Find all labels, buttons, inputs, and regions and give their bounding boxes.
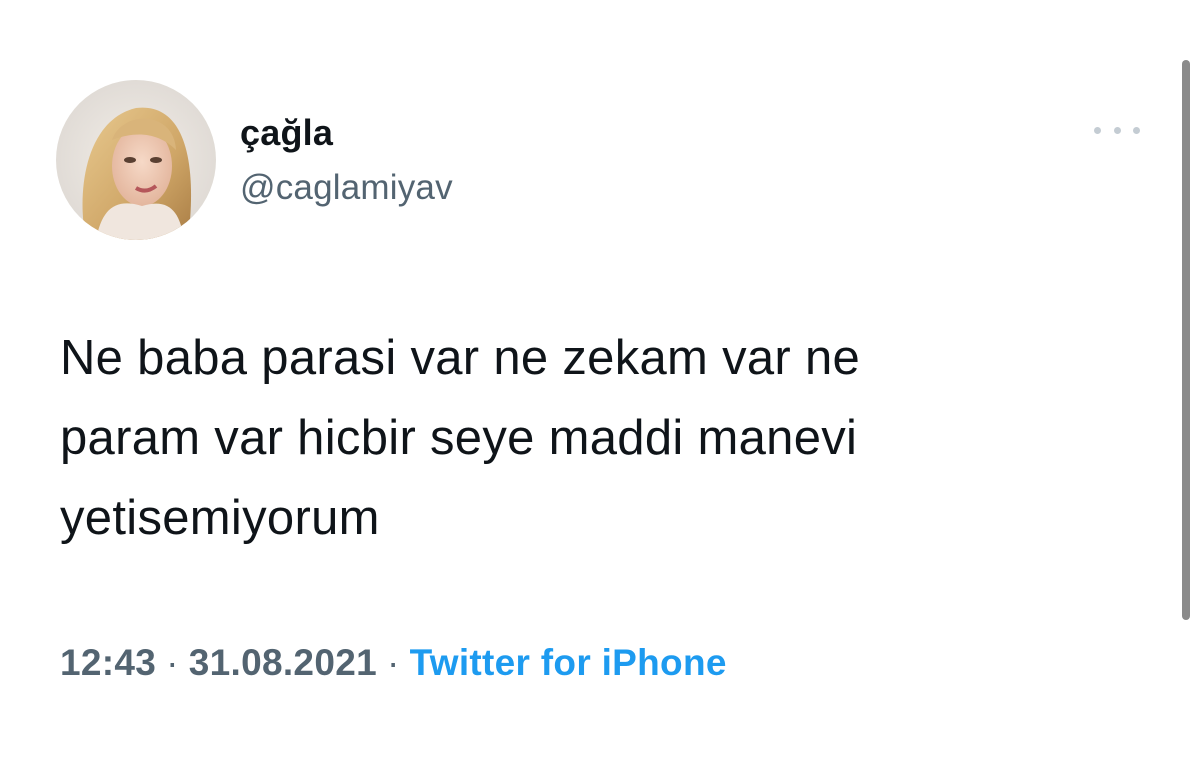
username-handle[interactable]: @caglamiyav [240,166,453,210]
avatar[interactable] [56,80,216,240]
meta-separator: · [166,642,179,683]
more-horizontal-icon [1113,126,1121,134]
profile-photo-icon [56,80,216,240]
display-name[interactable]: çağla [240,111,333,155]
more-horizontal-icon [1094,126,1101,134]
scrollbar[interactable] [1182,60,1190,620]
tweet-date[interactable]: 31.08.2021 [189,642,377,683]
meta-separator: · [386,642,400,683]
more-options-button[interactable] [1094,118,1140,142]
tweet-text: Ne baba parasi var ne zekam var ne param… [60,331,861,545]
tweet-card: çağla @caglamiyav Ne baba parasi var ne … [0,0,1200,777]
more-horizontal-icon [1133,126,1140,134]
tweet-source-link[interactable]: Twitter for iPhone [410,642,727,683]
tweet-time[interactable]: 12:43 [60,642,156,683]
tweet-metadata: 12:43 · 31.08.2021 · Twitter for iPhone [60,638,727,688]
